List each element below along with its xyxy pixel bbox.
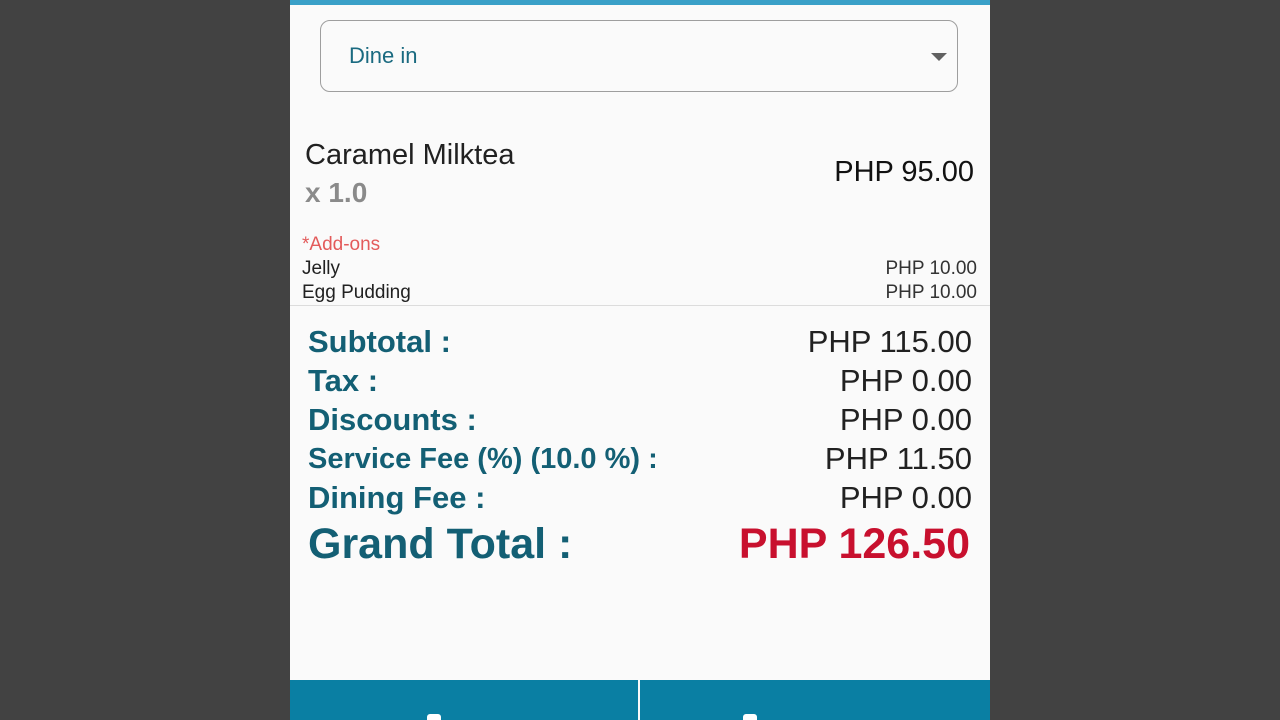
button-icon	[427, 714, 441, 720]
subtotal-label: Subtotal :	[308, 324, 451, 359]
divider	[290, 305, 990, 306]
order-type-value: Dine in	[349, 43, 418, 68]
discounts-value: PHP 0.00	[839, 402, 972, 437]
dining-fee-value: PHP 0.00	[839, 480, 972, 515]
service-fee-value: PHP 11.50	[824, 441, 972, 476]
dining-fee-label: Dining Fee :	[308, 480, 486, 515]
tax-value: PHP 0.00	[839, 363, 972, 398]
addon-name: Egg Pudding	[302, 282, 411, 303]
addon-price: PHP 10.00	[885, 282, 977, 303]
addon-name: Jelly	[302, 258, 341, 279]
chevron-down-icon	[931, 53, 947, 61]
top-accent-bar	[290, 0, 990, 5]
addon-row: Jelly PHP 10.00	[302, 258, 977, 282]
addon-price: PHP 10.00	[885, 258, 977, 279]
addon-row: Egg Pudding PHP 10.00	[302, 282, 977, 306]
tax-label: Tax :	[308, 363, 379, 398]
button-icon	[743, 714, 757, 720]
discounts-label: Discounts :	[308, 402, 477, 437]
item-price: PHP 95.00	[834, 156, 974, 188]
order-summary-screen: Dine in Caramel Milktea x 1.0 PHP 95.00 …	[290, 0, 990, 720]
bottom-right-button[interactable]	[640, 680, 990, 720]
grand-total-value: PHP 126.50	[738, 520, 970, 568]
item-name: Caramel Milktea	[305, 139, 515, 171]
grand-total-label: Grand Total :	[308, 520, 573, 568]
order-type-select[interactable]: Dine in	[320, 20, 958, 92]
bottom-left-button[interactable]	[290, 680, 638, 720]
subtotal-value: PHP 115.00	[807, 324, 972, 359]
addons-label: *Add-ons	[302, 234, 381, 255]
item-quantity: x 1.0	[305, 177, 368, 208]
service-fee-label: Service Fee (%) (10.0 %) :	[308, 443, 658, 475]
